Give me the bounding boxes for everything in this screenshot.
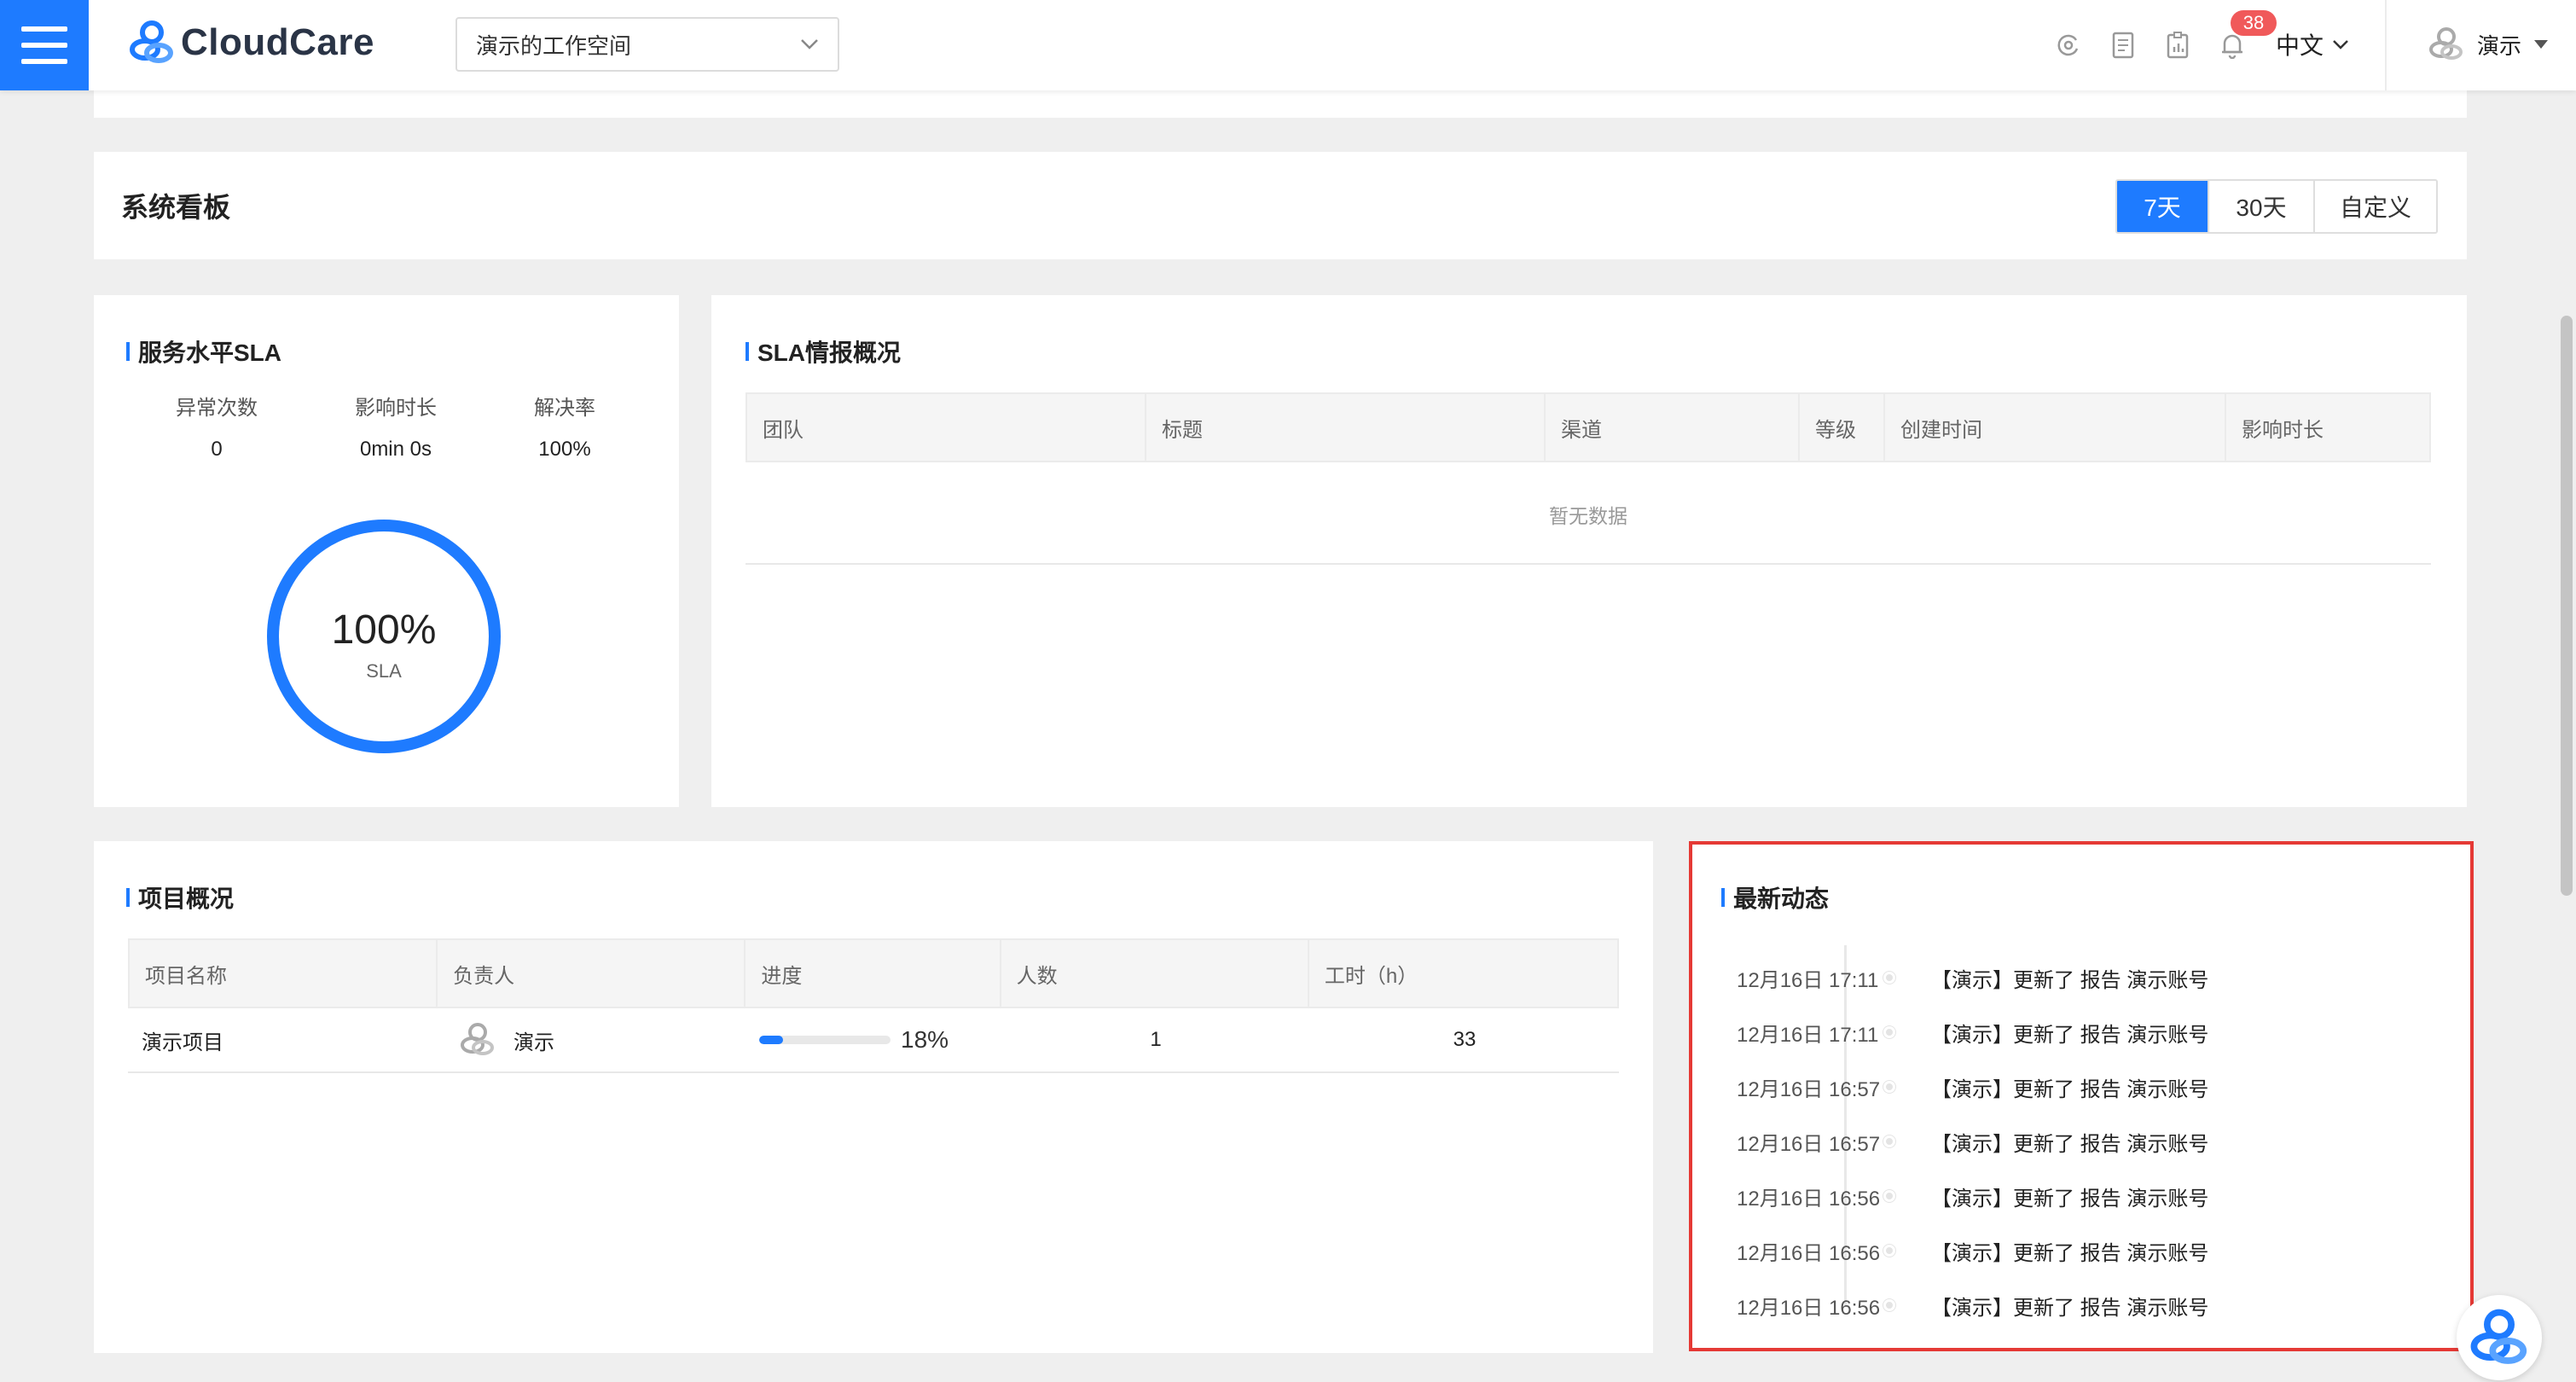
language-label: 中文 [2276,32,2324,59]
caret-down-icon [2534,40,2549,49]
col-owner: 负责人 [438,940,746,1007]
col-impact-duration: 影响时长 [2242,418,2324,442]
user-avatar-icon [2429,27,2463,60]
empty-state-text: 暂无数据 [1549,505,1627,527]
language-select[interactable]: 中文 [2276,27,2349,61]
sla-intel-title: SLA情报概况 [746,334,901,369]
list-item[interactable]: 12月16日 16:57 【演示】更新了 报告 演示账号 [1737,1114,2208,1169]
time-range-selector: 7天 30天 自定义 [2115,179,2438,234]
cloudcare-logo-icon [130,20,173,63]
workspace-select[interactable]: 演示的工作空间 [455,17,839,72]
table-row[interactable]: 演示项目 演示 18% 1 33 [128,1008,1619,1073]
owner-cell: 演示 [437,1021,746,1059]
project-overview-title: 项目概况 [126,880,234,915]
stat-resolve-rate: 解决率 100% [534,397,595,461]
sla-ring-chart: 100% SLA [263,515,505,762]
project-overview-card: 项目概况 项目名称 负责人 进度 人数 工时（h） 演示项目 演示 18% 1 … [94,841,1653,1353]
col-channel: 渠道 [1546,394,1800,461]
stat-anomaly-count: 异常次数 0 [176,397,258,461]
sla-intel-table-header: 团队 标题 渠道 等级 创建时间 影响时长 [746,392,2431,462]
col-progress: 进度 [746,940,1001,1007]
member-count: 1 [1150,1028,1162,1051]
header-divider [2385,0,2387,90]
list-item[interactable]: 12月16日 16:56 【演示】更新了 报告 演示账号 [1737,1223,2208,1278]
range-custom-button[interactable]: 自定义 [2313,181,2436,232]
system-board-header: 系统看板 7天 30天 自定义 [94,152,2467,259]
sla-ring-value: 100% [332,607,437,653]
progress-cell: 18% [746,1026,1001,1054]
page-scrollbar[interactable] [2561,316,2573,896]
sla-intel-card: SLA情报概况 团队 标题 渠道 等级 创建时间 影响时长 暂无数据 [711,295,2467,807]
header-tools [2052,24,2248,67]
user-name: 演示 [2477,32,2522,59]
stat-impact-duration: 影响时长 0min 0s [355,397,437,461]
col-project-name: 项目名称 [130,940,438,1007]
col-hours: 工时（h） [1324,964,1419,988]
work-hours: 33 [1453,1028,1477,1051]
col-created-time: 创建时间 [1885,394,2226,461]
owner-name: 演示 [513,1031,554,1054]
col-members: 人数 [1001,940,1309,1007]
sla-stats: 异常次数 0 影响时长 0min 0s 解决率 100% [94,391,679,467]
user-menu[interactable]: 演示 [2428,26,2549,63]
list-item[interactable]: 12月16日 16:56 【演示】更新了 报告 演示账号 [1737,1169,2208,1223]
col-title: 标题 [1146,394,1546,461]
activity-list: 12月16日 17:11 【演示】更新了 报告 演示账号 12月16日 17:11… [1737,950,2208,1333]
range-7d-button[interactable]: 7天 [2117,181,2208,232]
project-table-header: 项目名称 负责人 进度 人数 工时（h） [128,938,1619,1008]
latest-activity-title: 最新动态 [1721,880,1829,915]
top-header: CloudCare 演示的工作空间 38 中文 演示 [0,0,2576,90]
project-name[interactable]: 演示项目 [128,1025,437,1055]
menu-icon[interactable] [0,0,89,90]
user-avatar-icon [461,1023,494,1055]
chevron-down-icon [801,39,818,49]
range-30d-button[interactable]: 30天 [2208,181,2313,232]
list-item[interactable]: 12月16日 16:57 【演示】更新了 报告 演示账号 [1737,1060,2208,1114]
sla-ring-label: SLA [366,660,402,682]
table-bottom-border [746,563,2431,565]
progress-percent: 18% [901,1026,949,1053]
latest-activity-card: 最新动态 12月16日 17:11 【演示】更新了 报告 演示账号 12月16日 … [1689,841,2474,1351]
sla-card: 服务水平SLA 异常次数 0 影响时长 0min 0s 解决率 100% 100… [94,295,679,807]
page-title: 系统看板 [121,192,231,223]
list-item[interactable]: 12月16日 17:11 【演示】更新了 报告 演示账号 [1737,950,2208,1005]
sla-title: 服务水平SLA [126,334,281,369]
progress-bar [759,1036,891,1044]
document-icon[interactable] [2107,24,2139,67]
progress-bar-fill [759,1036,783,1044]
list-item[interactable]: 12月16日 17:11 【演示】更新了 报告 演示账号 [1737,1005,2208,1060]
report-icon[interactable] [2161,24,2194,67]
col-team: 团队 [747,394,1146,461]
col-level: 等级 [1800,394,1885,461]
cloudcare-logo[interactable]: CloudCare [128,19,374,67]
workspace-name: 演示的工作空间 [476,32,632,59]
refresh-icon[interactable] [2052,24,2085,67]
top-card-strip [94,90,2467,118]
logo-text: CloudCare [181,21,374,63]
chevron-down-icon [2333,40,2348,49]
notification-badge: 38 [2231,10,2277,36]
help-assistant-button[interactable] [2457,1295,2542,1380]
list-item[interactable]: 12月16日 16:56 【演示】更新了 报告 演示账号 [1737,1278,2208,1333]
cloudcare-logo-icon [2470,1309,2527,1364]
